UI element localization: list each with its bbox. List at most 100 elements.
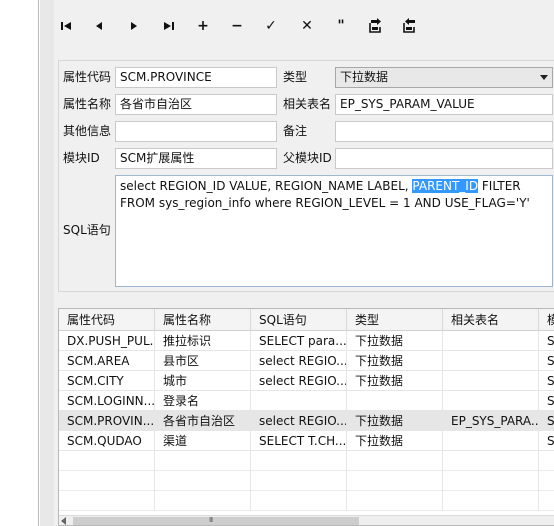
parent-module-id-field[interactable] [335, 148, 553, 169]
cell-type: 下拉数据 [347, 411, 443, 431]
cell-related-table [443, 351, 539, 371]
empty-cell [155, 451, 251, 471]
type-select-value: 下拉数据 [340, 70, 389, 84]
type-label: 类型 [283, 70, 308, 84]
cell-sql: select REGIO... [251, 371, 347, 391]
cell-sql: select REGIO... [251, 411, 347, 431]
column-header-module[interactable]: 模 [539, 309, 554, 331]
previous-record-icon [96, 22, 102, 30]
attribute-form: 属性代码 SCM.PROVINCE 类型 下拉数据 属性名称 各省市自治区 相关… [58, 60, 554, 292]
cell-sql: SELECT T.CH... [251, 431, 347, 451]
grid-header: 属性代码 属性名称 SQL语句 类型 相关表名 模 [59, 309, 554, 331]
empty-cell [539, 491, 554, 511]
empty-cell [251, 451, 347, 471]
column-header-attr-name[interactable]: 属性名称 [155, 309, 251, 331]
main-content: + − ✓ ✕ " 属性代码 SCM.PROVINCE 类型 下拉数据 属性名称… [54, 0, 554, 526]
last-record-button[interactable] [157, 12, 181, 40]
empty-cell [155, 471, 251, 491]
delete-icon: − [231, 18, 243, 34]
empty-cell [59, 451, 155, 471]
empty-cell [539, 471, 554, 491]
sql-textarea[interactable]: select REGION_ID VALUE, REGION_NAME LABE… [115, 175, 553, 287]
column-header-sql[interactable]: SQL语句 [251, 309, 347, 331]
splitter-gutter[interactable] [40, 0, 54, 526]
scrollbar-thumb[interactable] [73, 517, 359, 525]
other-info-field[interactable] [115, 121, 277, 142]
table-row[interactable]: SCM.LOGINN... 登录名 S [59, 391, 554, 411]
scrollbar-grip: III [209, 516, 213, 524]
table-row[interactable]: SCM.AREA 县市区 select REGIO... 下拉数据 S [59, 351, 554, 371]
attr-code-label: 属性代码 [63, 70, 112, 84]
table-row[interactable]: SCM.QUDAO 渠道 SELECT T.CH... 下拉数据 S [59, 431, 554, 451]
last-record-icon [164, 22, 174, 30]
column-header-related-table[interactable]: 相关表名 [443, 309, 539, 331]
delete-button[interactable]: − [225, 12, 249, 40]
column-header-attr-code[interactable]: 属性代码 [59, 309, 155, 331]
empty-row [59, 451, 554, 471]
attr-name-label: 属性名称 [63, 97, 112, 111]
cell-attr-code: SCM.LOGINN... [59, 391, 155, 411]
module-id-field[interactable]: SCM扩展属性 [115, 148, 277, 169]
related-table-label: 相关表名 [283, 97, 332, 111]
empty-cell [443, 451, 539, 471]
attribute-grid[interactable]: 属性代码 属性名称 SQL语句 类型 相关表名 模 DX.PUSH_PUL...… [58, 308, 554, 526]
sql-text-selection: PARENT_ID [412, 179, 479, 193]
cell-attr-name: 城市 [155, 371, 251, 391]
cell-module: S [539, 391, 554, 411]
remark-field[interactable] [335, 121, 553, 142]
cell-attr-name: 各省市自治区 [155, 411, 251, 431]
table-row[interactable]: SCM.CITY 城市 select REGIO... 下拉数据 S [59, 371, 554, 391]
refresh-button[interactable]: " [329, 12, 353, 40]
export-icon [369, 18, 381, 33]
table-row[interactable]: SCM.PROVIN... 各省市自治区 select REGIO... 下拉数据 EP… [59, 411, 554, 431]
module-id-label: 模块ID [63, 151, 100, 165]
add-button[interactable]: + [191, 12, 215, 40]
attr-code-field[interactable]: SCM.PROVINCE [115, 67, 277, 88]
cell-attr-code: SCM.AREA [59, 351, 155, 371]
cell-attr-name: 推拉标识 [155, 331, 251, 351]
empty-cell [347, 491, 443, 511]
cell-attr-code: SCM.CITY [59, 371, 155, 391]
cell-sql: select REGIO... [251, 351, 347, 371]
empty-cell [347, 451, 443, 471]
cell-attr-code: SCM.PROVIN... [59, 411, 155, 431]
cell-module: S [539, 351, 554, 371]
empty-cell [443, 471, 539, 491]
empty-cell [155, 491, 251, 511]
related-table-field[interactable]: EP_SYS_PARAM_VALUE [335, 94, 553, 115]
next-record-button[interactable] [122, 12, 146, 40]
other-info-label: 其他信息 [63, 124, 112, 138]
empty-cell [59, 491, 155, 511]
cell-attr-code: DX.PUSH_PUL... [59, 331, 155, 351]
column-header-type[interactable]: 类型 [347, 309, 443, 331]
cell-related-table [443, 331, 539, 351]
cancel-icon: ✕ [301, 18, 313, 34]
cell-module: S [539, 371, 554, 391]
import-button[interactable] [397, 12, 421, 40]
empty-cell [251, 491, 347, 511]
cell-attr-name: 渠道 [155, 431, 251, 451]
cell-sql [251, 391, 347, 411]
first-record-button[interactable] [54, 12, 78, 40]
empty-cell [59, 471, 155, 491]
horizontal-scrollbar[interactable]: III [59, 515, 554, 525]
cell-module: S [539, 331, 554, 351]
cell-related-table [443, 371, 539, 391]
remark-label: 备注 [283, 124, 308, 138]
confirm-button[interactable]: ✓ [259, 12, 283, 40]
record-toolbar: + − ✓ ✕ " [54, 12, 554, 40]
type-select[interactable]: 下拉数据 [335, 67, 553, 88]
import-icon [403, 18, 415, 33]
cell-type [347, 391, 443, 411]
empty-row [59, 491, 554, 511]
cancel-button[interactable]: ✕ [295, 12, 319, 40]
scroll-left-icon[interactable] [61, 517, 66, 525]
previous-record-button[interactable] [87, 12, 111, 40]
empty-row [59, 471, 554, 491]
cell-type: 下拉数据 [347, 331, 443, 351]
table-row[interactable]: DX.PUSH_PUL... 推拉标识 SELECT para... 下拉数据 S [59, 331, 554, 351]
cell-related-table: EP_SYS_PARA... [443, 411, 539, 431]
export-button[interactable] [363, 12, 387, 40]
first-record-icon [61, 22, 71, 30]
attr-name-field[interactable]: 各省市自治区 [115, 94, 277, 115]
